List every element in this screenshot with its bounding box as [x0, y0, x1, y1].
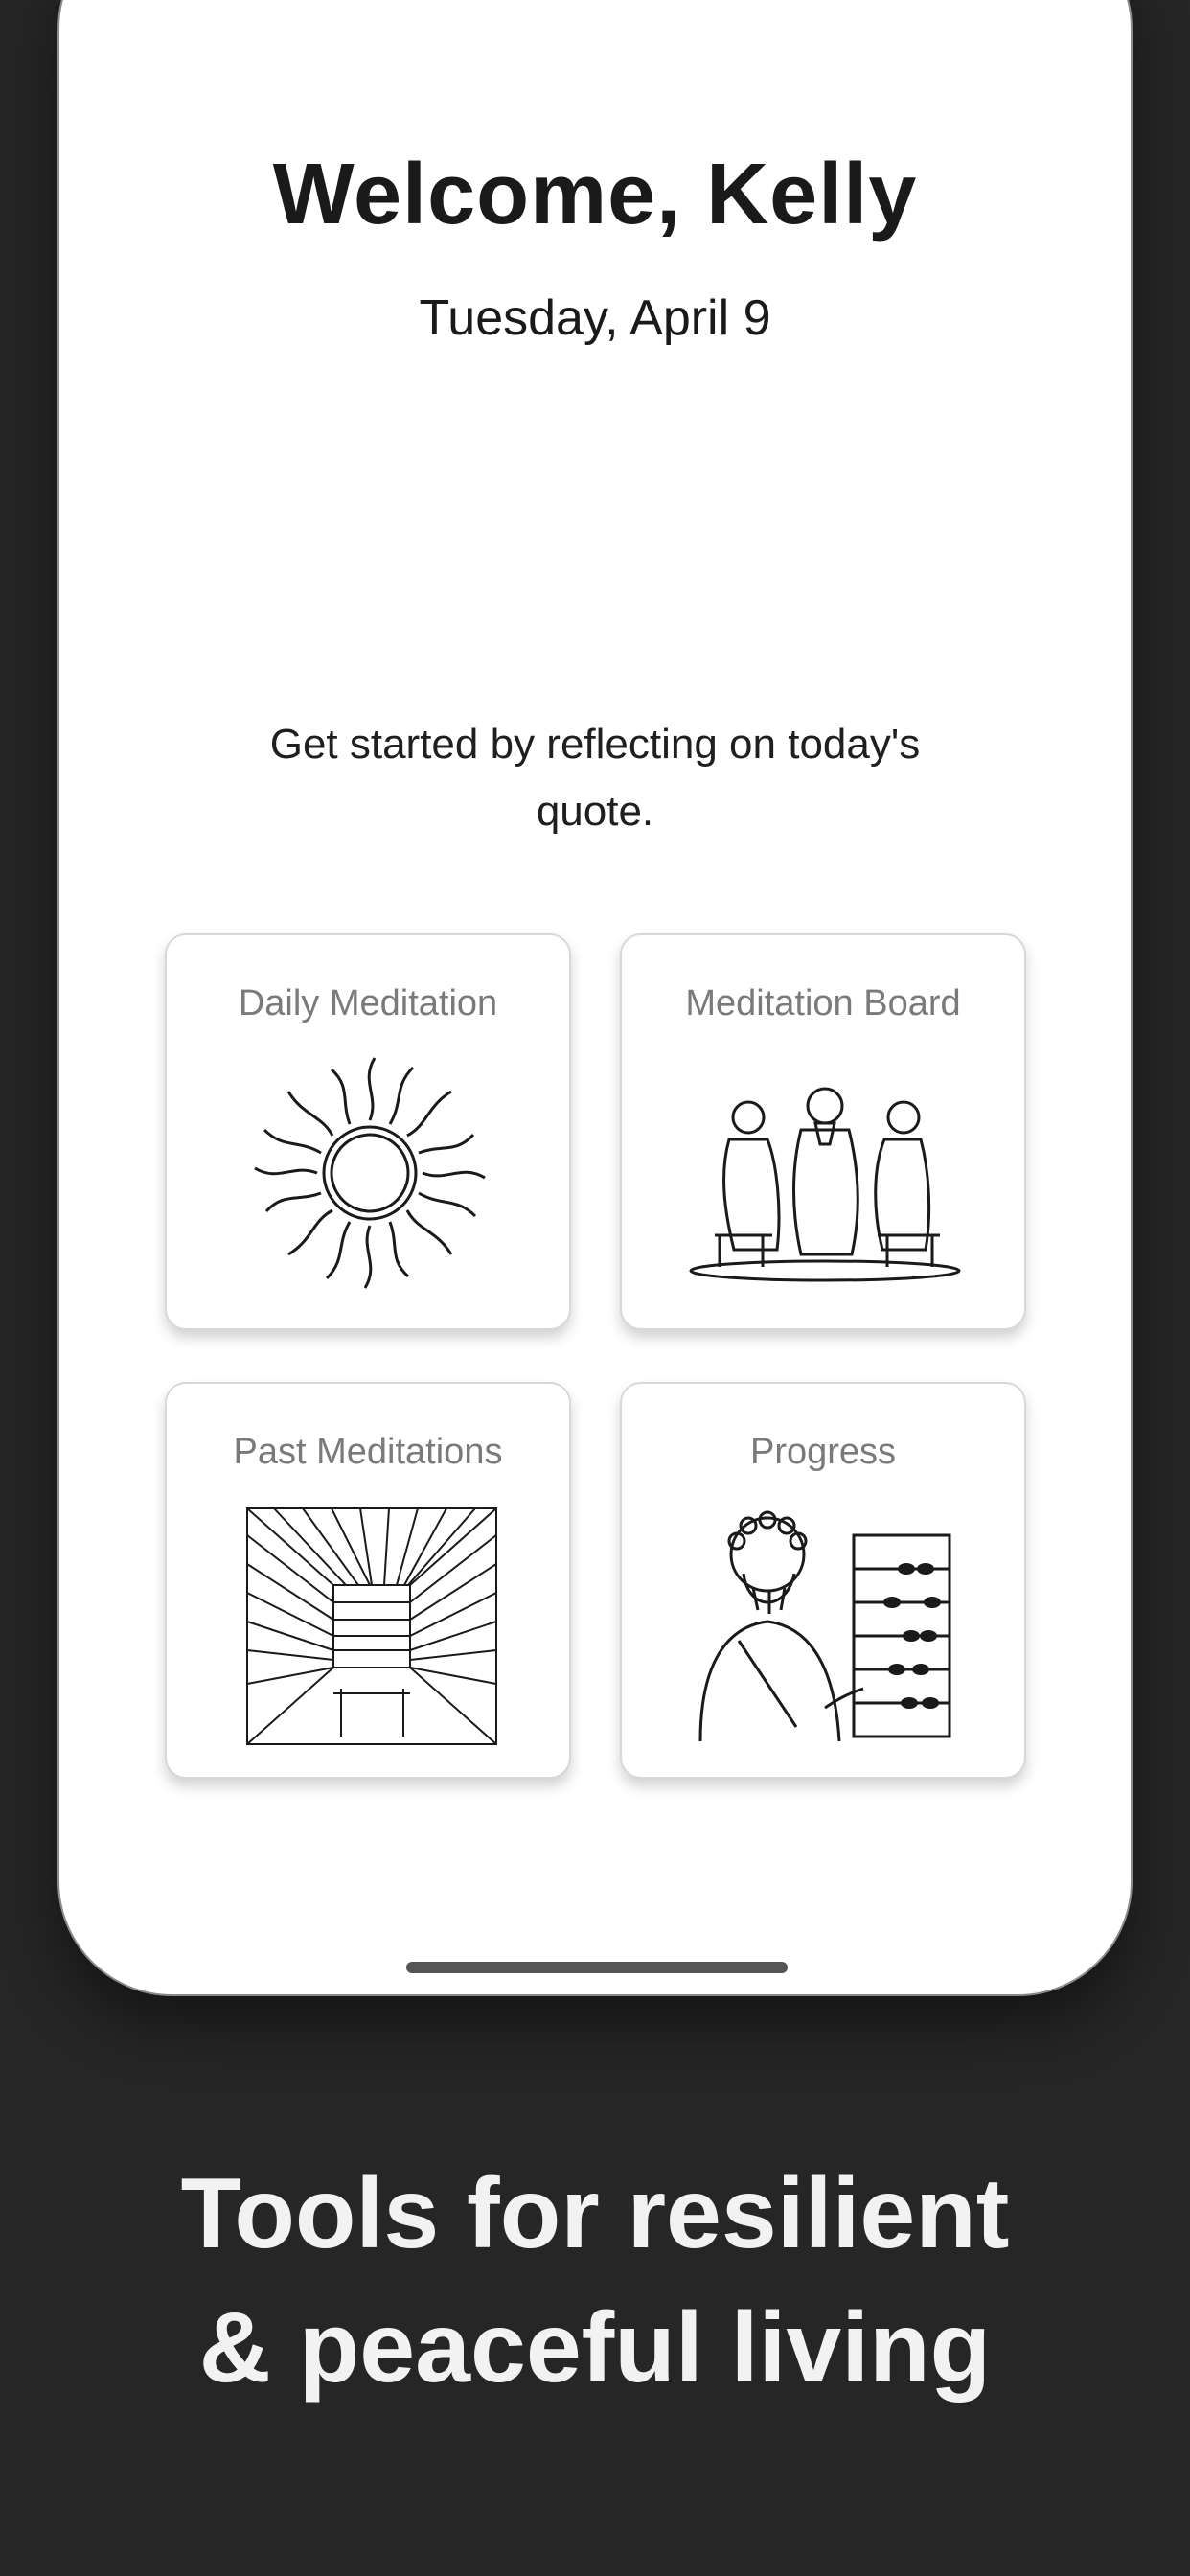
philosophers-icon [689, 1087, 961, 1282]
phone-frame: Welcome, Kelly Tuesday, April 9 Get star… [57, 0, 1133, 1996]
card-label: Progress [749, 1432, 897, 1472]
tagline-line-2: & peaceful living [198, 2292, 992, 2404]
past-meditations-card[interactable]: Past Meditations [165, 1382, 571, 1779]
daily-meditation-card[interactable]: Daily Meditation [165, 933, 571, 1330]
library-icon [246, 1507, 497, 1745]
tagline-line-1: Tools for resilient [180, 2158, 1010, 2269]
app-store-screenshot: Welcome, Kelly Tuesday, April 9 Get star… [0, 0, 1190, 2576]
page-title: Welcome, Kelly [272, 147, 918, 242]
card-label: Past Meditations [233, 1432, 503, 1472]
meditation-board-card[interactable]: Meditation Board [620, 933, 1026, 1330]
card-label: Meditation Board [685, 983, 961, 1024]
date-label: Tuesday, April 9 [419, 290, 771, 346]
home-indicator[interactable] [406, 1962, 788, 1973]
philosopher-abacus-icon [698, 1510, 951, 1742]
marketing-tagline: Tools for resilient & peaceful living [0, 2147, 1190, 2415]
intro-text: Get started by reflecting on today's quo… [269, 721, 921, 835]
progress-card[interactable]: Progress [620, 1382, 1026, 1779]
card-label: Daily Meditation [238, 983, 498, 1024]
sun-icon [254, 1057, 486, 1289]
feature-grid: Daily Meditation Meditation Board Past M… [165, 933, 1027, 1786]
